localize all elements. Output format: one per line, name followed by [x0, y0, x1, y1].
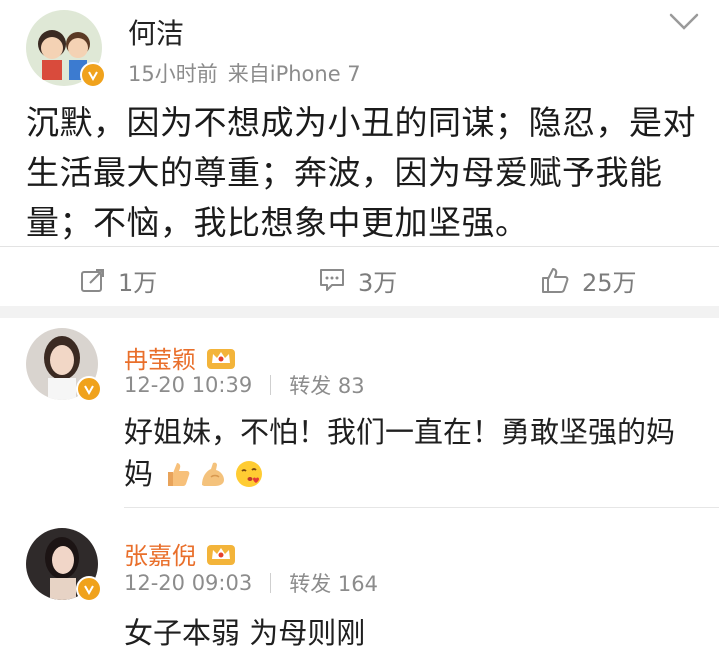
post-author-name[interactable]: 何洁 [128, 12, 184, 52]
repost-count: 1万 [118, 268, 158, 297]
section-separator [0, 306, 719, 318]
comment-time: 12-20 10:39 [124, 373, 253, 397]
comment-icon [320, 269, 344, 291]
comment-item: 张嘉倪 12-20 09:03 转发 164 女子本弱 为母则刚 [0, 508, 719, 671]
like-button[interactable]: 25万 [540, 264, 637, 297]
comment-count: 3万 [358, 268, 398, 297]
comment-meta: 12-20 09:03 转发 164 [124, 568, 378, 598]
comment-meta: 12-20 10:39 转发 83 [124, 370, 365, 400]
comment-repost-count[interactable]: 转发 164 [289, 568, 378, 598]
repost-icon [81, 269, 104, 292]
like-count: 25万 [582, 268, 637, 297]
comment-text: 好姐妹，不怕！我们一直在！勇敢坚强的妈妈 [124, 411, 684, 495]
commenter-name-row: 张嘉倪 [124, 536, 236, 571]
blowing-kiss-emoji-icon [236, 461, 263, 487]
weibo-post: 何洁 15小时前 来自iPhone 7 沉默，因为不想成为小丑的同谋；隐忍，是对生… [0, 0, 719, 320]
comment-button[interactable]: 3万 [318, 264, 398, 297]
chevron-down-icon[interactable] [668, 12, 700, 32]
meta-separator [270, 573, 272, 593]
meta-separator [270, 375, 272, 395]
comment-time: 12-20 09:03 [124, 571, 253, 595]
verified-badge-icon [80, 62, 106, 88]
thumbs-up-emoji-icon [168, 463, 190, 486]
commenter-avatar[interactable] [26, 328, 102, 402]
verified-badge-icon [76, 576, 102, 602]
crown-icon [207, 544, 235, 565]
comment-text: 女子本弱 为母则刚 [124, 616, 366, 650]
post-body-text: 沉默，因为不想成为小丑的同谋；隐忍，是对生活最大的尊重；奔波，因为母爱赋予我能量… [26, 103, 696, 242]
commenter-avatar[interactable] [26, 528, 102, 602]
post-actions-bar: 1万 3万 25万 [0, 246, 719, 310]
post-time: 15小时前 [128, 62, 218, 86]
verified-badge-icon [76, 376, 102, 402]
crown-icon [207, 348, 235, 369]
post-source: 来自iPhone 7 [227, 62, 361, 86]
post-meta: 15小时前 来自iPhone 7 [128, 58, 361, 88]
comment-item: 冉莹颖 12-20 10:39 转发 83 好姐妹，不怕！我们一直在！勇敢坚强的… [0, 318, 719, 508]
repost-button[interactable]: 1万 [80, 264, 158, 297]
comment-repost-count[interactable]: 转发 83 [289, 370, 364, 400]
commenter-name[interactable]: 张嘉倪 [124, 536, 196, 571]
post-author-avatar[interactable] [26, 10, 106, 88]
thumbs-up-icon [542, 268, 569, 293]
flexed-biceps-emoji-icon [202, 462, 225, 486]
